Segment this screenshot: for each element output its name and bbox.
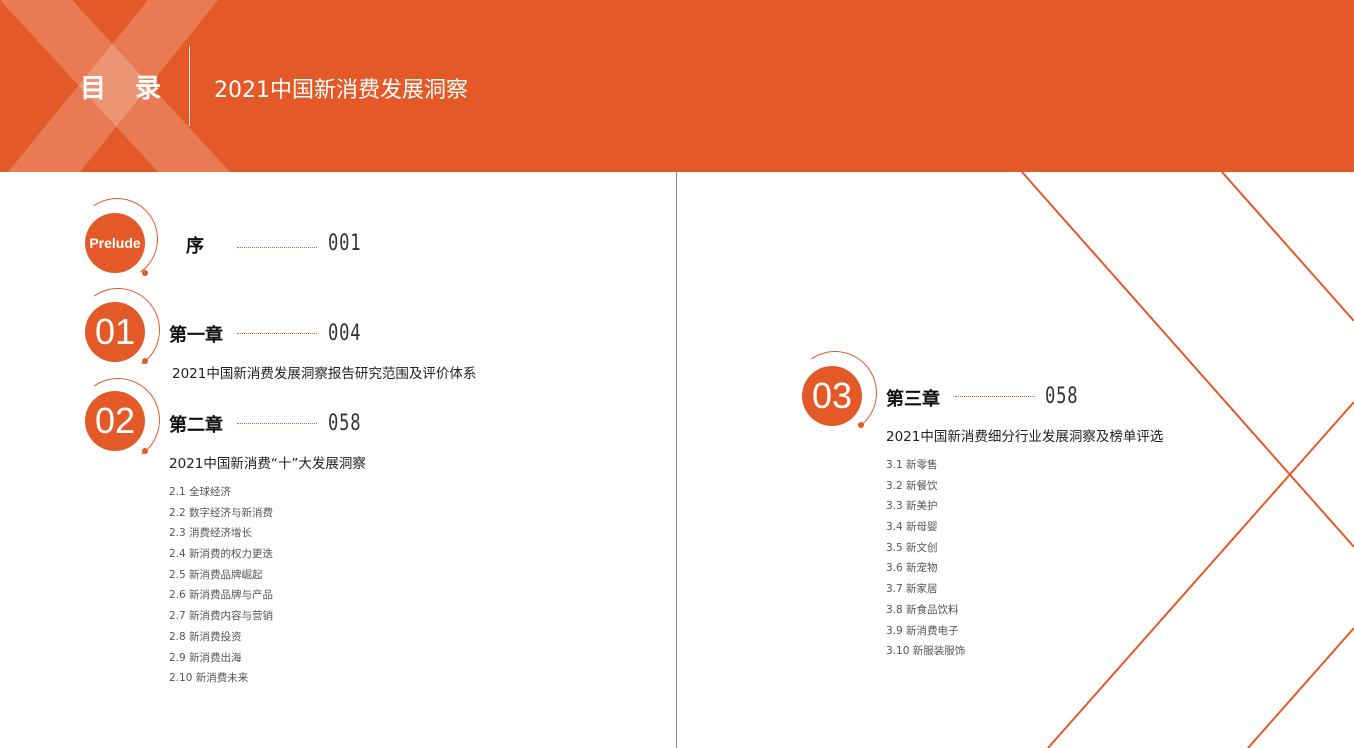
toc-section-item[interactable]: 3.4 新母婴 [886,517,965,538]
chapter-2-badge: 02 [85,391,145,451]
badge-dot [858,422,864,428]
chapter-3-subtitle[interactable]: 2021中国新消费细分行业发展洞察及榜单评选 [886,425,1163,445]
toc-section-item[interactable]: 2.4 新消费的权力更迭 [169,544,273,565]
chapter-2-section-list: 2.1 全球经济 2.2 数字经济与新消费 2.3 消费经济增长 2.4 新消费… [169,482,273,689]
chapter-1-badge: 01 [85,302,145,362]
page-spine [676,172,677,748]
toc-section-item[interactable]: 2.7 新消费内容与营销 [169,606,273,627]
chapter-1-page-number[interactable]: 004 [328,321,361,346]
toc-section-item[interactable]: 2.3 消费经济增长 [169,523,273,544]
dot-leader [955,396,1035,397]
toc-section-item[interactable]: 3.10 新服装服饰 [886,641,965,662]
toc-section-item[interactable]: 2.5 新消费品牌崛起 [169,565,273,586]
chapter-3-section-list: 3.1 新零售 3.2 新餐饮 3.3 新美护 3.4 新母婴 3.5 新文创 … [886,455,965,662]
chapter-2-page-number[interactable]: 058 [328,411,361,436]
toc-section-item[interactable]: 3.7 新家居 [886,579,965,600]
toc-section-item[interactable]: 3.3 新美护 [886,496,965,517]
chapter-2-title[interactable]: 第二章 [169,411,223,437]
chapter-3-page-number[interactable]: 058 [1045,384,1078,409]
toc-section-item[interactable]: 3.2 新餐饮 [886,476,965,497]
prelude-page-number[interactable]: 001 [328,231,361,256]
badge-dot [142,270,148,276]
toc-section-item[interactable]: 3.5 新文创 [886,538,965,559]
chapter-3-badge: 03 [802,366,862,426]
badge-dot [142,358,148,364]
toc-section-item[interactable]: 2.2 数字经济与新消费 [169,503,273,524]
toc-section-item[interactable]: 2.10 新消费未来 [169,668,273,689]
chapter-2-subtitle[interactable]: 2021中国新消费“十”大发展洞察 [169,452,366,472]
dot-leader [237,333,317,334]
toc-section-item[interactable]: 2.8 新消费投资 [169,627,273,648]
prelude-badge: Prelude [85,213,145,273]
chapter-3-title[interactable]: 第三章 [886,385,940,411]
toc-section-item[interactable]: 2.6 新消费品牌与产品 [169,585,273,606]
badge-dot [142,448,148,454]
chapter-1-title[interactable]: 第一章 [169,321,223,347]
chapter-1-subtitle[interactable]: 2021中国新消费发展洞察报告研究范围及评价体系 [172,362,476,382]
toc-section-item[interactable]: 3.6 新宠物 [886,558,965,579]
prelude-title[interactable]: 序 [186,232,204,258]
toc-section-item[interactable]: 2.9 新消费出海 [169,648,273,669]
toc-section-item[interactable]: 3.9 新消费电子 [886,621,965,642]
toc-section-item[interactable]: 2.1 全球经济 [169,482,273,503]
dot-leader [237,247,317,248]
dot-leader [237,423,317,424]
toc-section-item[interactable]: 3.1 新零售 [886,455,965,476]
toc-section-item[interactable]: 3.8 新食品饮料 [886,600,965,621]
